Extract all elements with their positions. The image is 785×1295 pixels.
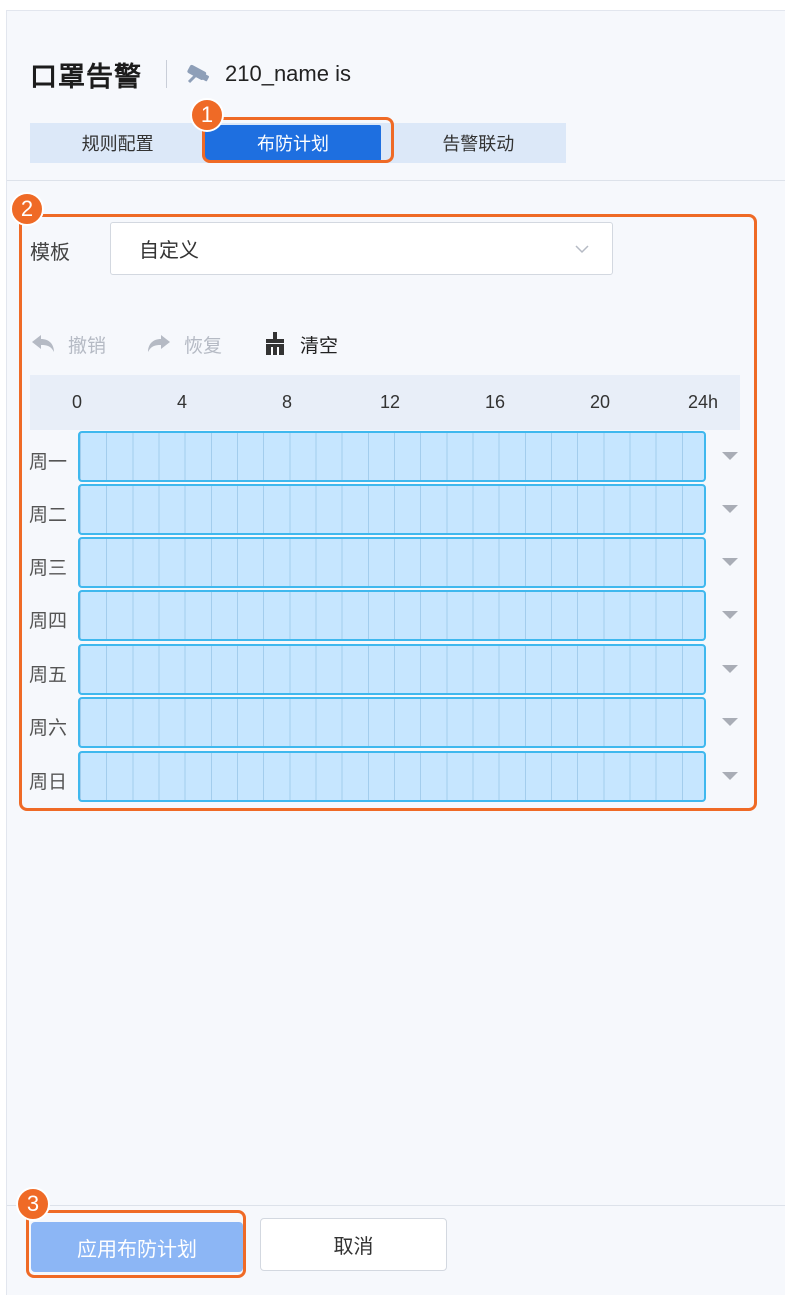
step-badge-2: 2: [10, 192, 44, 226]
hour-scale: 0 4 8 12 16 20 24h: [30, 375, 740, 430]
undo-icon: [32, 335, 54, 352]
undo-label: 撤销: [68, 334, 107, 357]
redo-icon: [148, 335, 171, 352]
footer-divider: [7, 1205, 785, 1206]
header-divider-line: [7, 180, 785, 181]
row-menu-sat[interactable]: [722, 718, 738, 726]
hour-tick: 12: [380, 392, 401, 412]
row-menu-sun[interactable]: [722, 772, 738, 780]
schedule-bar-tue[interactable]: [78, 484, 706, 535]
day-label-mon: 周一: [29, 451, 68, 473]
template-select[interactable]: 自定义: [110, 222, 613, 275]
schedule-bar-fri[interactable]: [78, 644, 706, 695]
hour-tick: 16: [485, 392, 506, 412]
clear-label: 清空: [300, 334, 339, 357]
redo-button[interactable]: 恢复: [146, 331, 222, 358]
day-label-thu: 周四: [29, 610, 68, 632]
row-menu-wed[interactable]: [722, 558, 738, 566]
template-select-value: 自定义: [139, 238, 199, 262]
chevron-down-icon: [575, 245, 589, 254]
schedule-bar-mon[interactable]: [78, 431, 706, 482]
day-label-wed: 周三: [29, 557, 68, 579]
tab-alarm-linkage[interactable]: 告警联动: [391, 123, 566, 163]
schedule-bar-thu[interactable]: [78, 590, 706, 641]
day-label-tue: 周二: [29, 504, 68, 526]
template-label: 模板: [30, 240, 70, 264]
hour-tick: 8: [282, 392, 293, 412]
schedule-bar-sun[interactable]: [78, 751, 706, 802]
hour-tick: 24h: [688, 392, 719, 412]
apply-schedule-button[interactable]: 应用布防计划: [31, 1222, 243, 1272]
tab-arming-schedule[interactable]: 布防计划: [205, 125, 381, 161]
step-badge-3: 3: [16, 1187, 50, 1221]
row-menu-mon[interactable]: [722, 452, 738, 460]
hour-tick: 4: [177, 392, 188, 412]
day-label-sun: 周日: [29, 771, 68, 793]
hour-tick: 20: [590, 392, 611, 412]
row-menu-tue[interactable]: [722, 505, 738, 513]
device-name: 210_name is: [225, 61, 351, 86]
schedule-bar-wed[interactable]: [78, 537, 706, 588]
camera-icon: [187, 64, 210, 84]
page-header: 口罩告警 210_name is: [30, 52, 351, 96]
undo-button[interactable]: 撤销: [30, 331, 106, 358]
day-label-sat: 周六: [29, 717, 68, 739]
header-divider: [166, 60, 167, 88]
row-menu-fri[interactable]: [722, 665, 738, 673]
schedule-bar-sat[interactable]: [78, 697, 706, 748]
hour-tick: 0: [72, 392, 83, 412]
day-label-fri: 周五: [29, 664, 68, 686]
tab-bar: 规则配置 布防计划 告警联动: [30, 123, 566, 163]
clear-button[interactable]: 清空: [262, 331, 338, 358]
redo-label: 恢复: [184, 334, 223, 357]
row-menu-thu[interactable]: [722, 611, 738, 619]
broom-icon: [266, 332, 285, 355]
step-badge-1: 1: [190, 98, 224, 132]
page-title: 口罩告警: [30, 61, 142, 93]
cancel-button[interactable]: 取消: [260, 1218, 447, 1271]
tab-rule-config[interactable]: 规则配置: [30, 123, 205, 163]
schedule-toolbar: 撤销 恢复 清空: [30, 326, 378, 362]
